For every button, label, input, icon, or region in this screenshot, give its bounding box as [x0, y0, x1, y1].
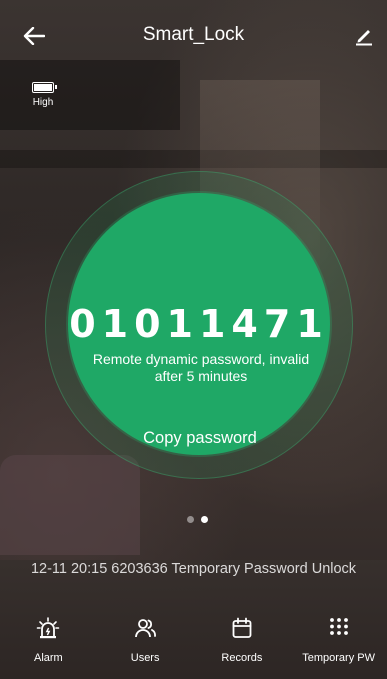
tab-temporary-pw[interactable]: Temporary PW [290, 604, 387, 679]
battery-icon [32, 82, 57, 93]
tab-records[interactable]: Records [194, 604, 291, 679]
page-title: Smart_Lock [142, 24, 245, 45]
calendar-records-icon [232, 617, 252, 638]
page-dot-active[interactable] [201, 516, 208, 523]
battery-level-label: High [32, 97, 54, 108]
tab-users-label: Users [130, 652, 160, 664]
background-shape [0, 60, 180, 130]
keypad-grid-icon [329, 618, 348, 635]
password-description: Remote dynamic password, invalid after 5… [92, 351, 310, 384]
battery-fill [34, 84, 52, 91]
users-icon [135, 619, 157, 638]
back-arrow-icon [23, 27, 45, 45]
background-shape [0, 150, 387, 168]
latest-record-text[interactable]: 12-11 20:15 6203636 Temporary Password U… [0, 561, 387, 577]
edit-pencil-icon [356, 30, 372, 46]
tab-users[interactable]: Users [97, 604, 194, 679]
background-shape [0, 455, 140, 555]
tab-records-label: Records [221, 652, 263, 664]
alarm-siren-icon [37, 617, 60, 639]
copy-password-button[interactable]: Copy password [120, 429, 280, 453]
battery-status: High [30, 82, 57, 108]
page-dot[interactable] [187, 516, 194, 523]
page-indicator [187, 516, 208, 523]
tab-alarm-label: Alarm [34, 652, 63, 664]
dynamic-password-code: 01011471 [69, 302, 329, 346]
edit-button[interactable] [351, 24, 377, 48]
back-button[interactable] [20, 22, 48, 50]
top-bar: Smart_Lock [0, 0, 387, 70]
bottom-tab-bar: Alarm Users Records Temporary PW [0, 604, 387, 679]
tab-temporary-pw-label: Temporary PW [302, 652, 375, 664]
tab-alarm[interactable]: Alarm [0, 604, 97, 679]
